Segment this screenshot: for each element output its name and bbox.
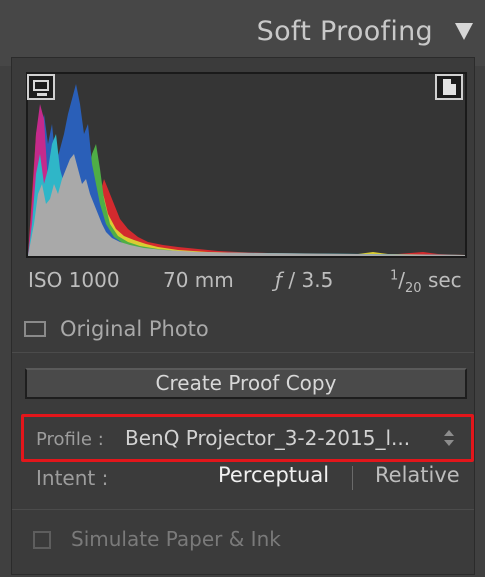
exif-aperture: ƒ / 3.5 bbox=[275, 268, 333, 292]
profile-value: BenQ Projector_3-2-2015_l... bbox=[125, 426, 411, 450]
histogram[interactable] bbox=[26, 72, 467, 258]
profile-label: Profile : bbox=[36, 429, 104, 450]
shutter-unit: sec bbox=[427, 268, 462, 292]
updown-arrows-icon bbox=[444, 430, 454, 446]
exif-focal-length: 70 mm bbox=[163, 268, 234, 292]
original-photo-label: Original Photo bbox=[60, 317, 209, 341]
divider bbox=[12, 352, 474, 353]
collapse-triangle-icon[interactable] bbox=[455, 23, 473, 40]
aperture-symbol: ƒ bbox=[275, 268, 283, 292]
shutter-numerator: 1 bbox=[390, 268, 399, 284]
shutter-denominator: 20 bbox=[405, 281, 422, 296]
show-destination-gamut-warning-button[interactable] bbox=[435, 74, 463, 100]
page-icon bbox=[443, 79, 456, 95]
show-monitor-gamut-warning-button[interactable] bbox=[27, 74, 55, 100]
aperture-value: / 3.5 bbox=[288, 268, 334, 292]
soft-proofing-panel: Soft Proofing ISO 1000 70 mm ƒ / 3.5 1/2… bbox=[0, 0, 485, 577]
original-photo-checkbox[interactable] bbox=[24, 321, 46, 337]
intent-perceptual-option[interactable]: Perceptual bbox=[218, 463, 329, 487]
divider bbox=[12, 509, 474, 510]
exif-iso: ISO 1000 bbox=[28, 268, 120, 292]
exif-shutter-speed: 1/20 sec bbox=[390, 268, 462, 296]
create-proof-copy-button[interactable]: Create Proof Copy bbox=[25, 368, 467, 399]
histogram-graph bbox=[28, 84, 465, 256]
intent-label: Intent : bbox=[36, 466, 109, 490]
simulate-paper-ink-label: Simulate Paper & Ink bbox=[71, 527, 281, 551]
panel-title: Soft Proofing bbox=[256, 16, 433, 47]
profile-select[interactable]: Profile : BenQ Projector_3-2-2015_l... bbox=[21, 414, 474, 462]
simulate-paper-ink-checkbox[interactable] bbox=[33, 531, 51, 549]
monitor-icon bbox=[33, 80, 49, 96]
intent-relative-option[interactable]: Relative bbox=[375, 463, 460, 487]
intent-separator bbox=[352, 466, 353, 490]
